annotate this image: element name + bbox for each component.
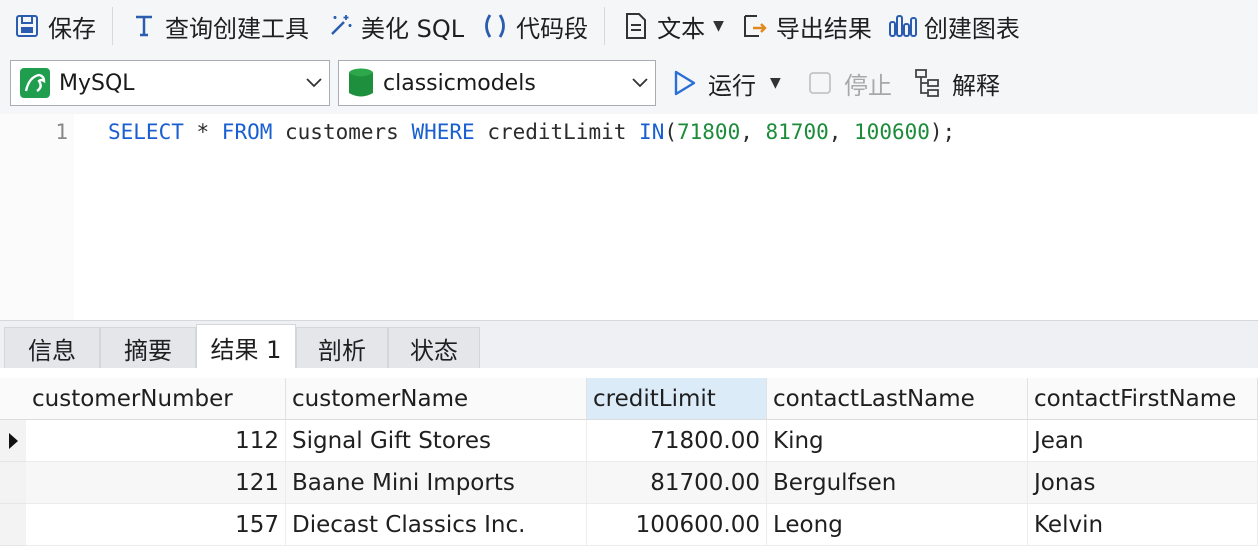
mysql-icon <box>19 67 51 99</box>
sql-token: ( <box>664 120 677 144</box>
row-selector[interactable] <box>0 504 26 546</box>
table-cell[interactable]: Bergulfsen <box>767 462 1028 504</box>
table-cell[interactable]: 112 <box>26 420 286 462</box>
sql-keyword: IN <box>639 120 665 144</box>
explain-icon <box>914 68 944 98</box>
table-cell[interactable]: Diecast Classics Inc. <box>286 504 587 546</box>
sql-number: 81700 <box>765 120 829 144</box>
current-row-arrow-icon <box>9 432 18 449</box>
toolbar-divider <box>604 7 606 45</box>
chevron-down-icon[interactable] <box>299 78 329 88</box>
code-snippet-button[interactable]: 代码段 <box>472 6 596 46</box>
sql-keyword: SELECT <box>108 120 184 144</box>
connection-select[interactable]: MySQL <box>10 60 330 106</box>
beautify-sql-button[interactable]: 美化 SQL <box>317 6 472 46</box>
database-value: classicmodels <box>383 70 536 96</box>
save-label: 保存 <box>48 14 96 43</box>
run-button[interactable]: 运行 ▼ <box>672 60 781 106</box>
export-results-label: 导出结果 <box>775 14 872 43</box>
table-cell[interactable]: 81700.00 <box>587 462 767 504</box>
sql-token: * <box>183 120 222 144</box>
grid-corner <box>0 378 26 420</box>
query-builder-icon <box>129 11 159 41</box>
stop-icon <box>808 71 832 95</box>
text-mode-button[interactable]: 文本 ▼ <box>613 6 732 46</box>
row-selector[interactable] <box>0 462 26 504</box>
table-cell[interactable]: Signal Gift Stores <box>286 420 587 462</box>
main-toolbar: 保存 查询创建工具 美化 SQL 代码段 文本 ▼ 导出结果 创建图表 <box>0 0 1258 52</box>
query-toolbar: MySQL classicmodels 运行 ▼ 停止 解释 <box>0 52 1258 114</box>
table-cell[interactable]: Leong <box>767 504 1028 546</box>
sql-keyword: WHERE <box>411 120 475 144</box>
table-cell[interactable]: Jean <box>1028 420 1258 462</box>
sql-number: 71800 <box>677 120 741 144</box>
table-cell[interactable]: King <box>767 420 1028 462</box>
tab-summary[interactable]: 摘要 <box>100 327 196 369</box>
sql-column-name: creditLimit <box>474 120 640 144</box>
sql-editor[interactable]: 1 SELECT * FROM customers WHERE creditLi… <box>0 114 1258 320</box>
parentheses-icon <box>480 11 510 41</box>
database-select[interactable]: classicmodels <box>338 60 656 106</box>
run-label: 运行 <box>708 71 756 100</box>
export-icon <box>740 11 770 41</box>
tab-info[interactable]: 信息 <box>4 327 100 369</box>
save-button[interactable]: 保存 <box>4 6 104 46</box>
tab-status[interactable]: 状态 <box>388 327 480 369</box>
column-header[interactable]: customerName <box>286 378 587 420</box>
table-cell[interactable]: Kelvin <box>1028 504 1258 546</box>
text-mode-label: 文本 <box>657 14 706 43</box>
create-chart-label: 创建图表 <box>923 14 1020 43</box>
column-header[interactable]: contactLastName <box>767 378 1028 420</box>
beautify-sql-label: 美化 SQL <box>361 14 465 43</box>
toolbar-divider <box>112 7 113 45</box>
table-cell[interactable]: 121 <box>26 462 286 504</box>
database-icon <box>347 67 375 99</box>
sql-keyword: FROM <box>221 120 273 144</box>
table-cell[interactable]: 71800.00 <box>587 420 767 462</box>
sql-token: , <box>828 120 855 144</box>
tab-result-1[interactable]: 结果 1 <box>196 324 296 370</box>
stop-button[interactable]: 停止 <box>808 60 892 106</box>
stop-label: 停止 <box>844 71 892 100</box>
sql-code-line[interactable]: SELECT * FROM customers WHERE creditLimi… <box>108 120 955 144</box>
chevron-down-icon[interactable] <box>625 78 655 88</box>
sql-token: , <box>740 120 766 144</box>
line-number: 1 <box>55 120 68 144</box>
table-cell[interactable]: Jonas <box>1028 462 1258 504</box>
connection-value: MySQL <box>59 70 135 96</box>
column-header[interactable]: contactFirstName <box>1028 378 1258 420</box>
bar-chart-icon <box>888 11 918 41</box>
code-snippet-label: 代码段 <box>516 14 589 43</box>
sql-table-name: customers <box>272 120 412 144</box>
tab-profile[interactable]: 剖析 <box>296 327 388 369</box>
result-tabs: 信息 摘要 结果 1 剖析 状态 <box>0 320 1258 370</box>
export-results-button[interactable]: 导出结果 <box>732 6 880 46</box>
chevron-down-icon: ▼ <box>713 18 724 34</box>
query-builder-button[interactable]: 查询创建工具 <box>121 6 317 46</box>
document-icon <box>621 11 651 41</box>
sql-token: ); <box>929 120 956 144</box>
column-header[interactable]: creditLimit <box>587 378 767 420</box>
result-grid: customerNumber customerName creditLimit … <box>0 368 1258 552</box>
play-icon <box>672 69 698 97</box>
query-builder-label: 查询创建工具 <box>165 14 309 43</box>
chevron-down-icon[interactable]: ▼ <box>770 75 781 91</box>
table-cell[interactable]: 100600.00 <box>587 504 767 546</box>
sql-number: 100600 <box>854 120 930 144</box>
explain-button[interactable]: 解释 <box>914 60 1000 106</box>
table-cell[interactable]: 157 <box>26 504 286 546</box>
row-selector-current[interactable] <box>0 420 26 462</box>
create-chart-button[interactable]: 创建图表 <box>880 6 1028 46</box>
column-header[interactable]: customerNumber <box>26 378 286 420</box>
table-cell[interactable]: Baane Mini Imports <box>286 462 587 504</box>
save-icon <box>12 11 42 41</box>
explain-label: 解释 <box>952 71 1000 100</box>
magic-wand-icon <box>325 11 355 41</box>
line-number-gutter <box>0 114 74 320</box>
